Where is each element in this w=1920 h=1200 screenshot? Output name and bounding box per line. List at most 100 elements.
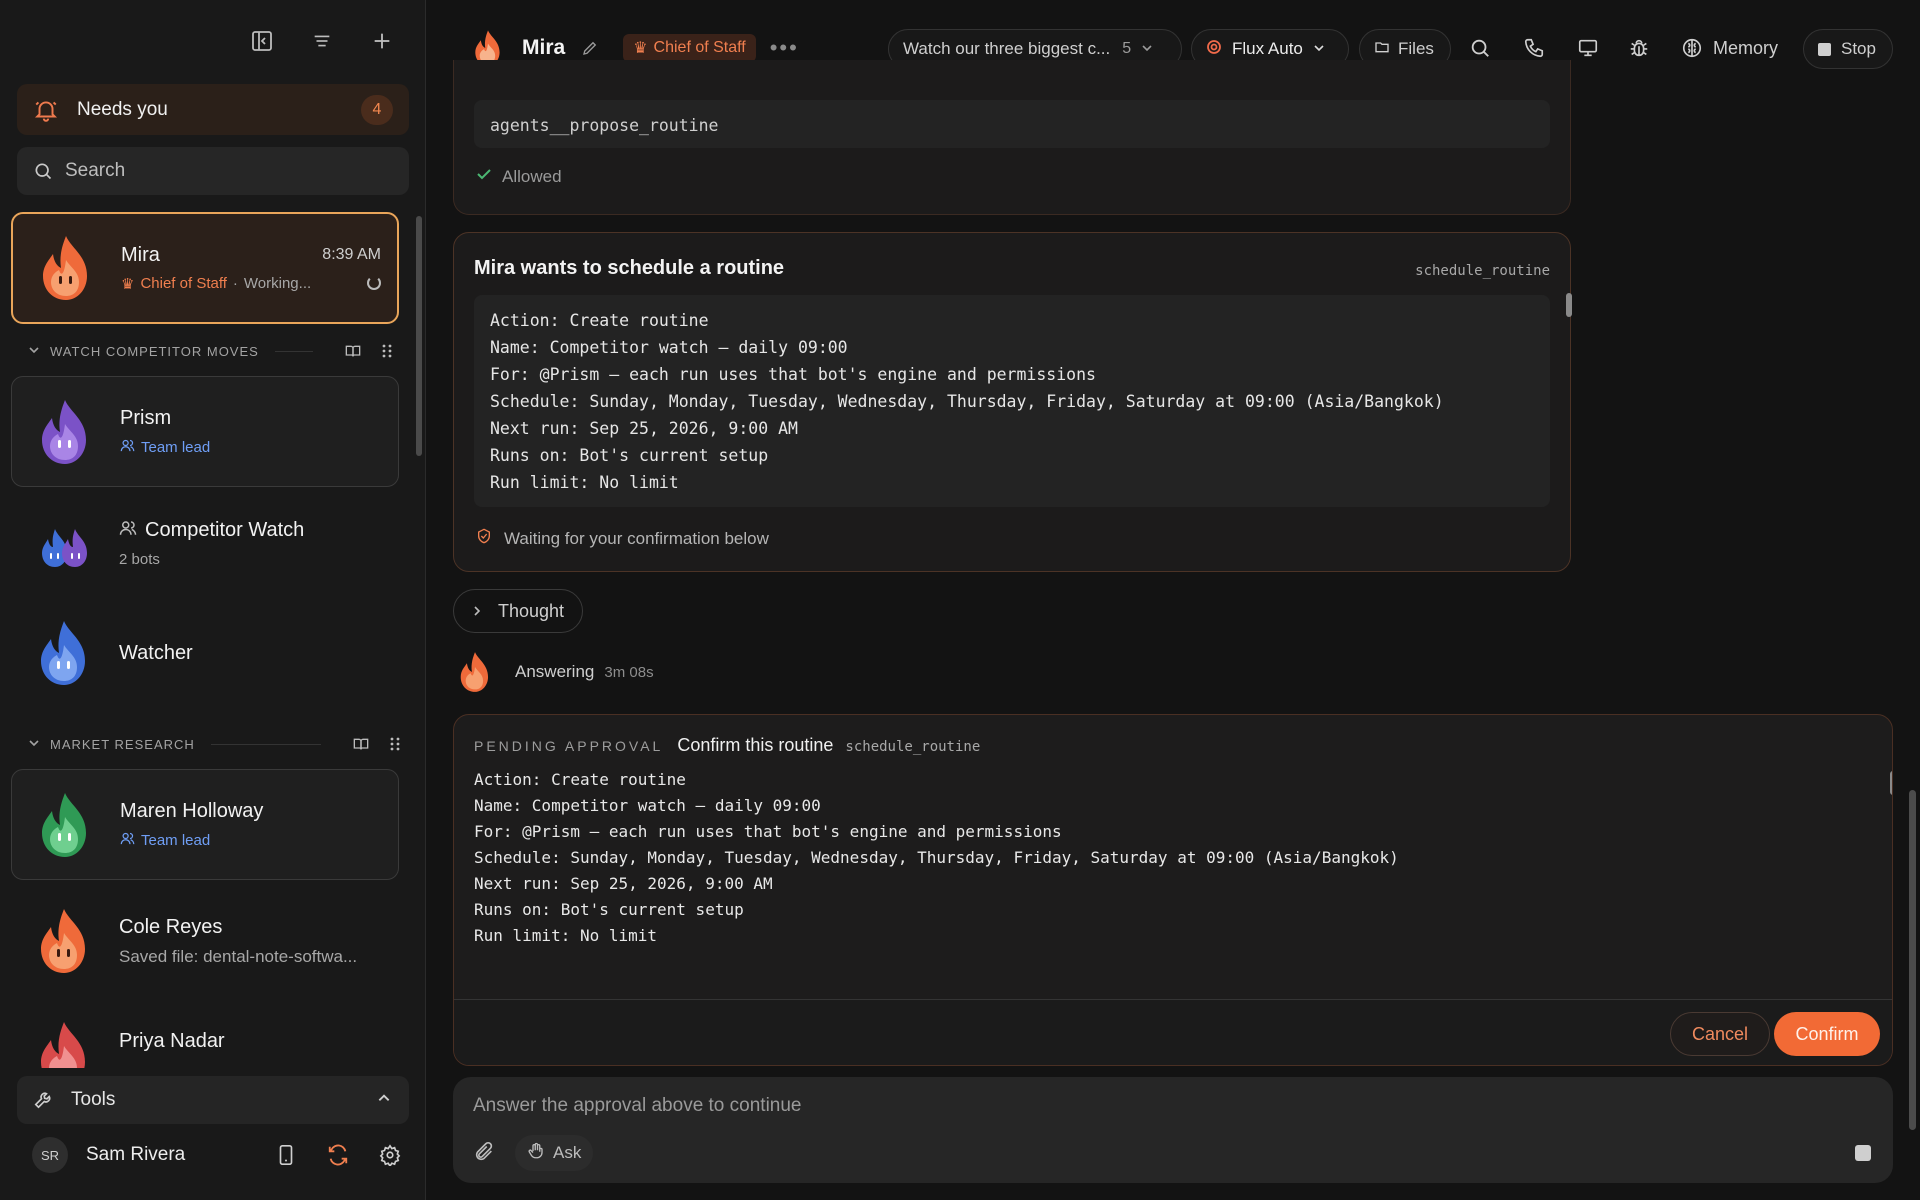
stop-button[interactable]: Stop [1803, 29, 1893, 69]
chat-subtitle: ♛ Chief of Staff · Working... [121, 275, 397, 293]
sidebar-item-prism[interactable]: Prism Team lead [11, 376, 399, 487]
approval-details: Action: Create routine Name: Competitor … [474, 770, 1399, 945]
watcher-flame-avatar-icon [41, 621, 85, 685]
chat-time: 8:39 AM [322, 246, 381, 263]
bug-icon[interactable] [1626, 35, 1652, 61]
approval-title: Confirm this routine [677, 735, 834, 755]
item-subtitle: Team lead [120, 438, 398, 457]
phone-icon[interactable] [1521, 35, 1547, 61]
group-title: MARKET RESEARCH [50, 736, 195, 752]
mobile-icon[interactable] [274, 1143, 298, 1167]
team-avatar-icon [42, 529, 87, 567]
message-composer[interactable]: Answer the approval above to continue As… [453, 1077, 1893, 1183]
chat-role: Chief of Staff [140, 275, 227, 292]
folder-icon [1374, 39, 1390, 60]
needs-you-count: 4 [361, 94, 393, 125]
paperclip-icon[interactable] [473, 1141, 497, 1165]
gear-icon[interactable] [378, 1143, 402, 1167]
cancel-button[interactable]: Cancel [1670, 1012, 1770, 1056]
memory-label[interactable]: Memory [1713, 38, 1778, 59]
avatar[interactable]: SR [32, 1137, 68, 1173]
team-icon [120, 438, 135, 457]
approval-tool: schedule_routine [845, 739, 981, 755]
chevron-down-icon [1313, 39, 1325, 59]
pending-approval-card: PENDING APPROVAL Confirm this routine sc… [453, 714, 1893, 1066]
item-subtitle: Team lead [120, 831, 398, 850]
crown-icon: ♛ [633, 40, 648, 57]
stop-square-icon [1818, 42, 1831, 56]
item-name: Competitor Watch [119, 519, 399, 543]
sidebar-scrollbar[interactable] [416, 216, 422, 456]
agent-name: Mira [522, 36, 566, 59]
new-chat-icon[interactable] [369, 28, 395, 54]
chat-separator: · [232, 275, 238, 292]
loading-spinner-icon [367, 276, 381, 290]
tool-call-status: Allowed [476, 166, 562, 187]
sidebar-item-watcher[interactable]: Watcher [11, 608, 399, 698]
sidebar-item-competitor-watch[interactable]: Competitor Watch 2 bots [11, 498, 399, 588]
thread-title: Watch our three biggest c... [903, 39, 1111, 58]
answering-label: Answering [515, 662, 595, 681]
more-icon[interactable]: ••• [770, 35, 799, 61]
status-label: Allowed [502, 166, 562, 186]
model-logo-icon [1206, 39, 1222, 60]
sidebar-item-priya-nadar[interactable]: Priya Nadar [11, 1008, 399, 1068]
request-details: Action: Create routine Name: Competitor … [474, 295, 1550, 507]
collapse-sidebar-icon[interactable] [249, 28, 275, 54]
search-input[interactable]: Search [17, 147, 409, 195]
book-icon[interactable] [353, 736, 369, 752]
item-name: Prism [120, 406, 172, 429]
role-badge[interactable]: ♛ Chief of Staff [623, 34, 756, 62]
ask-mode-button[interactable]: Ask [515, 1135, 594, 1171]
book-icon[interactable] [345, 343, 361, 359]
item-name: Watcher [119, 641, 193, 664]
sidebar-item-cole-reyes[interactable]: Cole Reyes Saved file: dental-note-softw… [11, 892, 399, 990]
item-name: Maren Holloway [120, 799, 264, 822]
schedule-routine-request: Mira wants to schedule a routine schedul… [453, 232, 1572, 572]
chevron-down-icon [28, 344, 40, 359]
approval-tag: PENDING APPROVAL [474, 738, 664, 754]
menu-icon[interactable] [309, 28, 335, 54]
ask-label: Ask [553, 1143, 582, 1162]
main-panel: Mira ♛ Chief of Staff ••• Watch our thre… [427, 0, 1920, 1200]
pencil-icon[interactable] [581, 39, 599, 57]
sidebar-item-mira[interactable]: Mira ♛ Chief of Staff · Working... 8:39 … [11, 212, 399, 324]
group-divider [210, 743, 321, 745]
user-row: SR Sam Rivera [32, 1136, 402, 1174]
stop-generation-icon[interactable] [1855, 1145, 1871, 1161]
shield-icon [476, 527, 492, 550]
request-title: Mira wants to schedule a routine [474, 257, 785, 279]
thought-toggle[interactable]: Thought [453, 589, 583, 633]
group-title: WATCH COMPETITOR MOVES [50, 343, 259, 359]
sync-icon[interactable] [326, 1143, 350, 1167]
drag-handle-icon[interactable] [387, 736, 403, 752]
approval-scrollbar[interactable] [1890, 771, 1892, 795]
main-scrollbar[interactable] [1909, 790, 1916, 1130]
confirm-button[interactable]: Confirm [1774, 1012, 1880, 1056]
mira-flame-avatar-icon [460, 652, 489, 692]
sidebar-toolbar [249, 28, 395, 54]
priya-flame-avatar-icon [41, 1022, 85, 1068]
stop-label: Stop [1841, 39, 1876, 58]
mira-flame-avatar-icon [43, 236, 87, 300]
details-scrollbar[interactable] [1566, 293, 1572, 317]
brain-icon[interactable] [1679, 35, 1705, 61]
item-role: Team lead [141, 438, 211, 456]
drag-handle-icon[interactable] [379, 343, 395, 359]
group-header-watch-competitor-moves[interactable]: WATCH COMPETITOR MOVES [28, 341, 408, 361]
thread-count: 5 [1122, 40, 1132, 57]
files-label: Files [1398, 39, 1434, 58]
search-icon[interactable] [1467, 35, 1493, 61]
model-label: Flux Auto [1232, 39, 1303, 58]
group-header-market-research[interactable]: MARKET RESEARCH [28, 734, 408, 754]
chevron-down-icon [1141, 39, 1153, 59]
item-title: Competitor Watch [145, 519, 305, 541]
monitor-icon[interactable] [1575, 35, 1601, 61]
user-actions [274, 1143, 402, 1167]
sidebar-item-maren-holloway[interactable]: Maren Holloway Team lead [11, 769, 399, 880]
needs-you-button[interactable]: Needs you 4 [17, 84, 409, 135]
needs-you-label: Needs you [77, 98, 168, 120]
tools-button[interactable]: Tools [17, 1076, 409, 1124]
cole-flame-avatar-icon [41, 909, 85, 973]
sidebar: Needs you 4 Search Mira ♛ Chief of Staff… [0, 0, 426, 1200]
